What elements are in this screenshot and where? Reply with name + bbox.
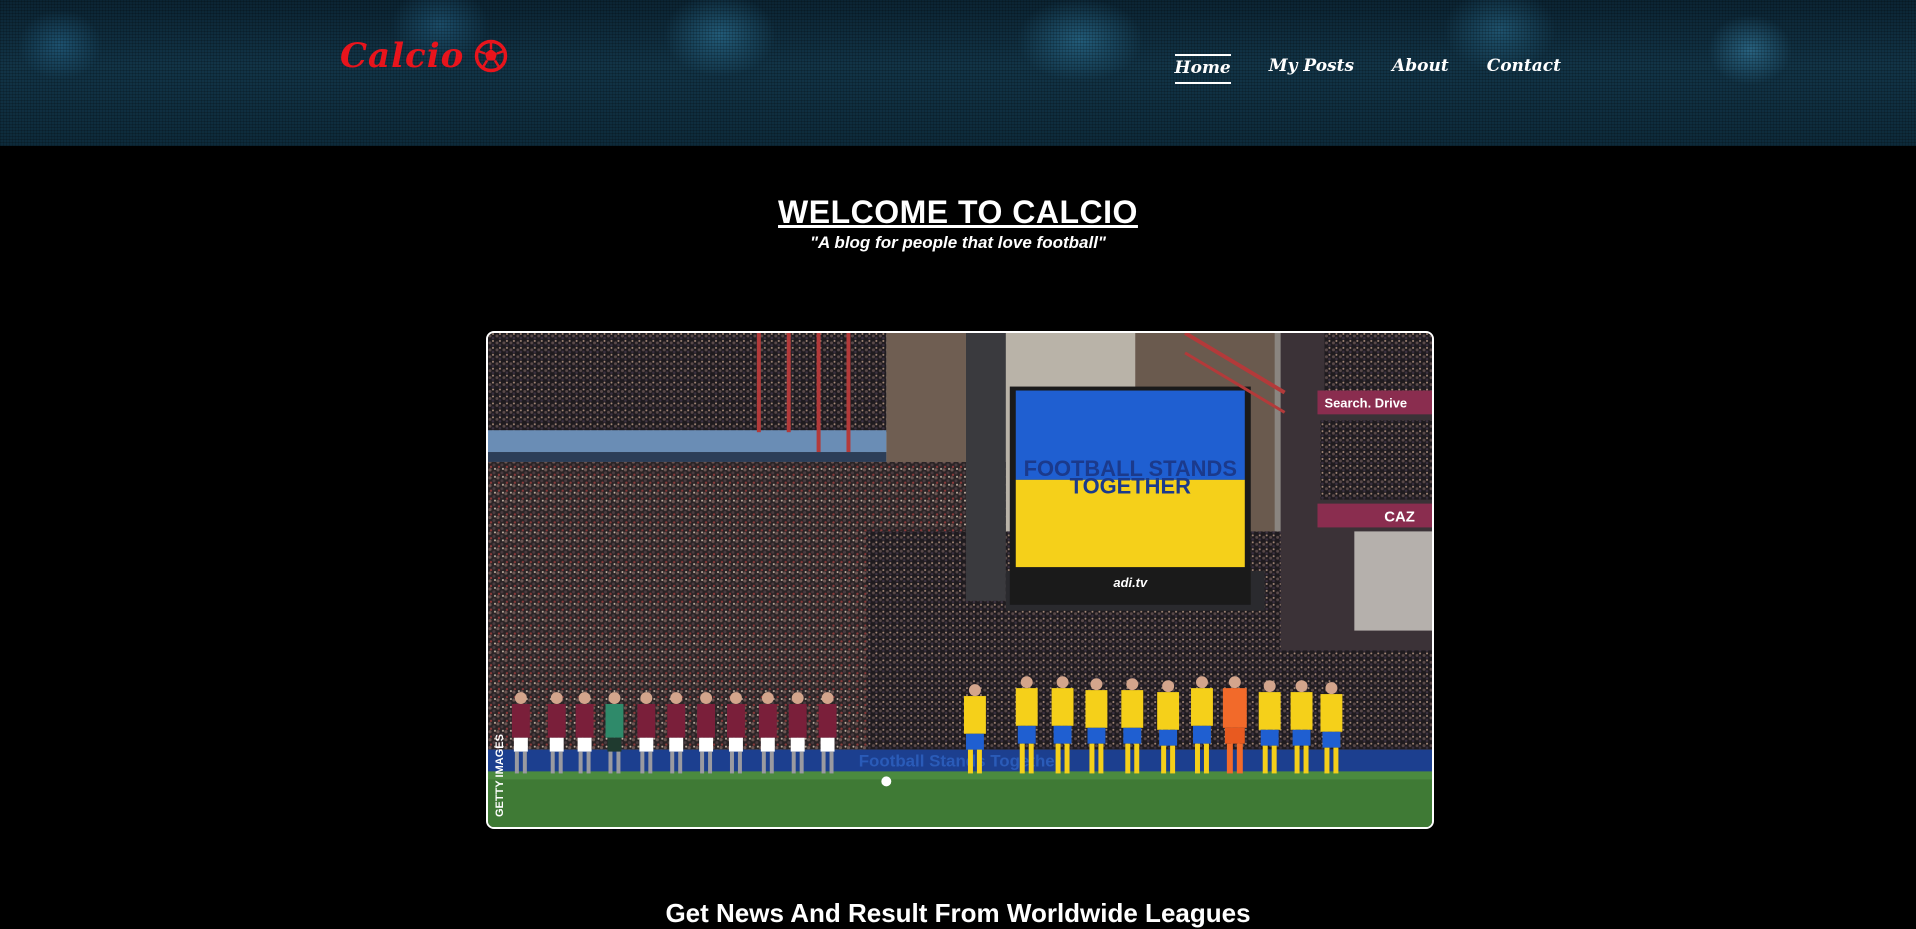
football (881, 776, 892, 787)
soccer-ball-icon (475, 39, 508, 73)
screen-text-line2: TOGETHER (1070, 474, 1191, 499)
site-header: Calcio Home My Posts About Contact (0, 0, 1916, 146)
logo-text: Calcio (340, 36, 465, 76)
photo-credit: GETTY IMAGES (494, 734, 506, 817)
main-nav: Home My Posts About Contact (1174, 54, 1561, 84)
page-subtitle: "A blog for people that love football" (810, 233, 1106, 252)
nav-about[interactable]: About (1392, 54, 1449, 84)
section-heading: Get News And Result From Worldwide Leagu… (665, 898, 1251, 928)
nav-home[interactable]: Home (1174, 54, 1231, 84)
nav-my-posts[interactable]: My Posts (1269, 54, 1354, 84)
stadium-photo: FOOTBALL STANDS TOGETHER adi.tv Search. … (488, 333, 1432, 827)
screen-sponsor: adi.tv (1113, 575, 1148, 590)
feature-image: FOOTBALL STANDS TOGETHER adi.tv Search. … (486, 331, 1434, 829)
nav-contact[interactable]: Contact (1487, 54, 1561, 84)
side-sign-1: Search. Drive (1324, 395, 1407, 410)
page-title: WELCOME TO CALCIO (778, 194, 1138, 230)
side-sign-2: CAZ (1384, 509, 1415, 525)
site-logo[interactable]: Calcio (340, 36, 508, 76)
